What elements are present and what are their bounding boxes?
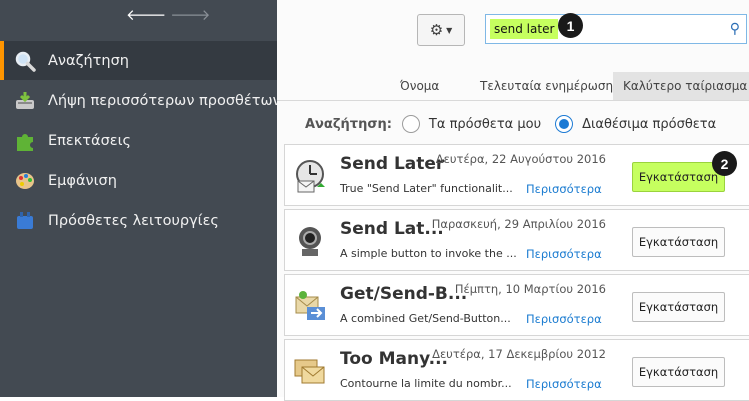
chevron-down-icon: ▼: [446, 25, 453, 35]
nav-arrows: 🡐🡒: [126, 5, 214, 24]
radio-available-addons[interactable]: [555, 115, 574, 133]
addon-name[interactable]: Get/Send-B...: [340, 284, 467, 304]
magnifier-icon: [14, 50, 36, 72]
more-link[interactable]: Περισσότερα: [526, 312, 602, 326]
search-icon[interactable]: ⚲: [730, 21, 740, 37]
sidebar-item-extensions[interactable]: Επεκτάσεις: [0, 121, 277, 160]
search-input[interactable]: send later ⚲: [485, 14, 747, 44]
search-input-value: send later: [490, 19, 559, 39]
search-scope-filter: Αναζήτηση: Τα πρόσθετα μου Διαθέσιμα πρό…: [277, 110, 749, 138]
list-item[interactable]: Send Later Δευτέρα, 22 Αυγούστου 2016 Tr…: [284, 144, 749, 206]
camera-button-icon: [293, 224, 327, 258]
install-button[interactable]: Εγκατάσταση: [632, 227, 725, 257]
back-arrow-icon[interactable]: 🡐: [126, 6, 170, 24]
sidebar-item-appearance[interactable]: Εμφάνιση: [0, 161, 277, 200]
list-item[interactable]: Get/Send-B... Πέμπτη, 10 Μαρτίου 2016 A …: [284, 274, 749, 336]
list-item[interactable]: Send Lat... Παρασκευή, 29 Απριλίου 2016 …: [284, 209, 749, 271]
plugin-icon: [14, 210, 36, 232]
get-send-button-icon: [293, 289, 327, 323]
envelopes-icon: [293, 354, 327, 388]
sort-by-best-match[interactable]: Καλύτερο ταίριασμα▼: [613, 72, 749, 100]
step-badge: 2: [712, 151, 737, 176]
send-later-clock-icon: [293, 159, 327, 193]
palette-icon: [14, 170, 36, 192]
gear-icon: ⚙: [429, 21, 444, 39]
addon-description: A combined Get/Send-Button...: [340, 312, 511, 325]
sidebar: 🡐🡒 Αναζήτηση Λήψη περισσότερων προσθέτων…: [0, 0, 277, 397]
install-button[interactable]: Εγκατάσταση: [632, 162, 725, 192]
sidebar-item-label: Πρόσθετες λειτουργίες: [48, 212, 219, 229]
sidebar-item-search[interactable]: Αναζήτηση: [0, 41, 277, 80]
addon-name[interactable]: Send Later: [340, 154, 444, 174]
install-button[interactable]: Εγκατάσταση: [632, 292, 725, 322]
filter-label: Αναζήτηση:: [305, 116, 392, 132]
addon-date: Δευτέρα, 17 Δεκεμβρίου 2012: [432, 347, 606, 361]
sort-by-name[interactable]: Όνομα: [400, 72, 439, 100]
more-link[interactable]: Περισσότερα: [526, 377, 602, 391]
radio-my-addons[interactable]: [401, 115, 420, 133]
sidebar-item-plugins[interactable]: Πρόσθετες λειτουργίες: [0, 201, 277, 240]
list-item[interactable]: Too Many... Δευτέρα, 17 Δεκεμβρίου 2012 …: [284, 339, 749, 401]
install-button[interactable]: Εγκατάσταση: [632, 357, 725, 387]
sidebar-item-get-addons[interactable]: Λήψη περισσότερων προσθέτων: [0, 81, 277, 120]
sidebar-item-label: Εμφάνιση: [48, 172, 117, 189]
addon-description: Contourne la limite du nombr...: [340, 377, 512, 390]
radio-my-addons-label[interactable]: Τα πρόσθετα μου: [429, 117, 541, 132]
step-badge: 1: [558, 13, 583, 38]
radio-available-addons-label[interactable]: Διαθέσιμα πρόσθετα: [582, 117, 716, 132]
sort-by-best-match-label: Καλύτερο ταίριασμα: [623, 79, 748, 93]
addon-date: Δευτέρα, 22 Αυγούστου 2016: [435, 152, 606, 166]
addon-description: True "Send Later" functionalit...: [340, 182, 513, 195]
puzzle-icon: [14, 130, 36, 152]
sidebar-item-label: Αναζήτηση: [48, 52, 129, 69]
addon-name[interactable]: Send Lat...: [340, 219, 444, 239]
sidebar-item-label: Επεκτάσεις: [48, 132, 132, 149]
addon-date: Παρασκευή, 29 Απριλίου 2016: [431, 217, 606, 231]
sort-by-last-updated[interactable]: Τελευταία ενημέρωση: [480, 72, 613, 100]
more-link[interactable]: Περισσότερα: [526, 182, 602, 196]
addon-description: A simple button to invoke the ...: [340, 247, 517, 260]
sidebar-item-label: Λήψη περισσότερων προσθέτων: [48, 92, 277, 109]
sort-bar: Όνομα Τελευταία ενημέρωση Καλύτερο ταίρι…: [277, 72, 749, 101]
main-panel: ⚙ ▼ send later ⚲ 1 Όνομα Τελευταία ενημέρ…: [277, 0, 749, 401]
more-link[interactable]: Περισσότερα: [526, 247, 602, 261]
tools-menu-button[interactable]: ⚙ ▼: [417, 14, 465, 46]
download-icon: [14, 90, 36, 112]
addon-date: Πέμπτη, 10 Μαρτίου 2016: [454, 282, 606, 296]
forward-arrow-icon[interactable]: 🡒: [170, 6, 214, 24]
